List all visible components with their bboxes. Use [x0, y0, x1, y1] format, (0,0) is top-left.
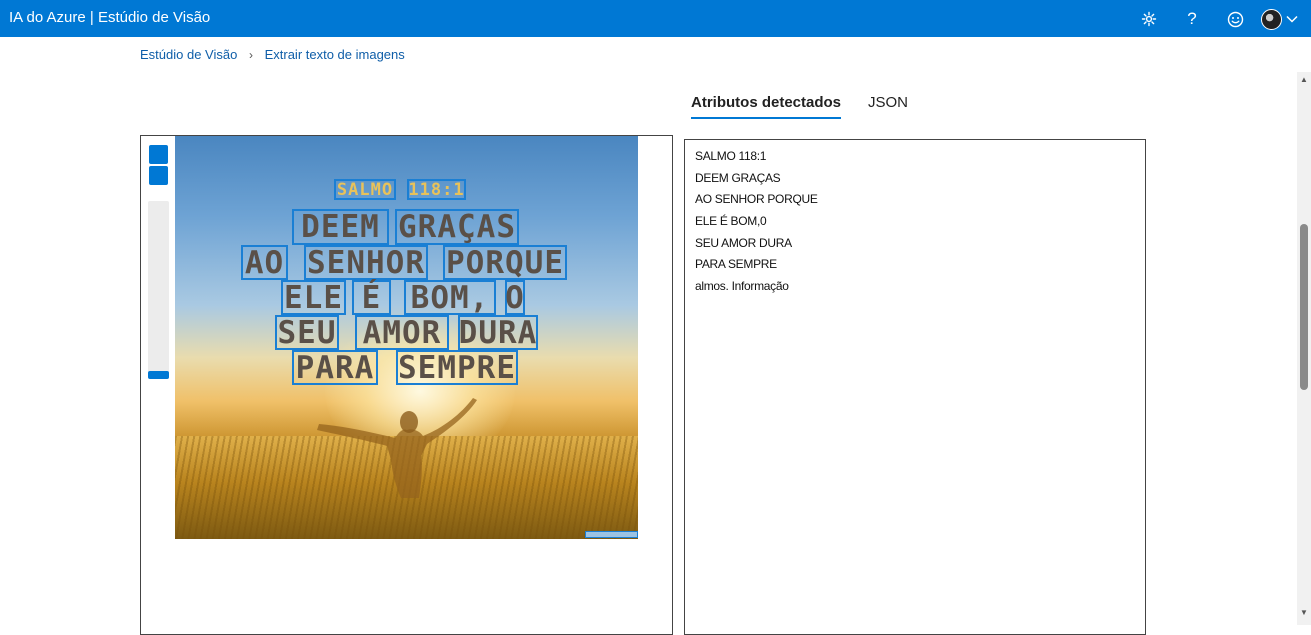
- user-avatar[interactable]: [1261, 9, 1282, 30]
- ocr-word-box[interactable]: SEU: [275, 315, 339, 351]
- app-title[interactable]: IA do Azure | Estúdio de Visão: [9, 9, 210, 26]
- settings-icon[interactable]: [1136, 6, 1162, 32]
- ocr-word-box[interactable]: ELE: [281, 280, 346, 316]
- breadcrumb-root-link[interactable]: Estúdio de Visão: [140, 47, 237, 62]
- image-preview-panel: SALMO 118:1 DEEM GRAÇAS AO SENHOR PORQUE…: [140, 135, 673, 635]
- ocr-word-box[interactable]: É: [352, 280, 391, 316]
- breadcrumb-separator: ›: [248, 48, 253, 62]
- ocr-word-box[interactable]: 118:1: [407, 179, 466, 200]
- watermark-text-box[interactable]: [585, 531, 638, 538]
- ocr-word-box[interactable]: SENHOR: [304, 245, 428, 281]
- page-scrollbar[interactable]: ▲ ▼: [1297, 72, 1311, 625]
- zoom-in-button[interactable]: [149, 145, 168, 164]
- ocr-word-box[interactable]: PARA: [292, 350, 378, 386]
- result-line: SALMO 118:1: [695, 149, 767, 163]
- ocr-word-box[interactable]: AO: [241, 245, 288, 281]
- scroll-down-arrow-icon[interactable]: ▼: [1300, 609, 1308, 617]
- ocr-word-box[interactable]: DEEM: [292, 209, 389, 245]
- person-silhouette: [317, 398, 477, 498]
- zoom-slider-thumb[interactable]: [148, 371, 169, 379]
- result-line: SEU AMOR DURA: [695, 235, 792, 250]
- ocr-word-box[interactable]: GRAÇAS: [395, 209, 519, 245]
- ocr-word-box[interactable]: SEMPRE: [396, 350, 518, 386]
- breadcrumb: Estúdio de Visão › Extrair texto de imag…: [140, 47, 405, 62]
- ocr-word-box[interactable]: DURA: [458, 315, 538, 351]
- extracted-text-panel: SALMO 118:1 DEEM GRAÇAS AO SENHOR PORQUE…: [684, 139, 1146, 635]
- result-line: ELE É BOM,0: [695, 214, 767, 229]
- feedback-smiley-icon[interactable]: [1222, 6, 1248, 32]
- ocr-word-box[interactable]: PORQUE: [443, 245, 567, 281]
- top-bar: IA do Azure | Estúdio de Visão ?: [0, 0, 1311, 37]
- result-line: PARA SEMPRE: [695, 257, 777, 272]
- breadcrumb-current-link[interactable]: Extrair texto de imagens: [265, 47, 405, 62]
- zoom-out-button[interactable]: [149, 166, 168, 185]
- tab-detected-attributes[interactable]: Atributos detectados: [691, 94, 842, 119]
- ocr-word-box[interactable]: SALMO: [334, 179, 396, 200]
- ocr-word-box[interactable]: O: [505, 280, 525, 316]
- scrollbar-thumb[interactable]: [1300, 224, 1308, 390]
- scroll-up-arrow-icon[interactable]: ▲: [1300, 76, 1308, 84]
- result-line: DEEM GRAÇAS: [695, 170, 781, 185]
- ocr-word-box[interactable]: AMOR: [355, 315, 449, 351]
- zoom-slider[interactable]: [148, 201, 169, 379]
- analyzed-image: SALMO 118:1 DEEM GRAÇAS AO SENHOR PORQUE…: [175, 136, 638, 539]
- tab-json[interactable]: JSON: [868, 94, 908, 117]
- result-line: AO SENHOR PORQUE: [695, 192, 818, 207]
- chevron-down-icon[interactable]: [1282, 6, 1302, 32]
- ocr-word-box[interactable]: BOM,: [404, 280, 496, 316]
- help-icon[interactable]: ?: [1179, 6, 1205, 32]
- result-line: almos. Informação: [695, 279, 789, 294]
